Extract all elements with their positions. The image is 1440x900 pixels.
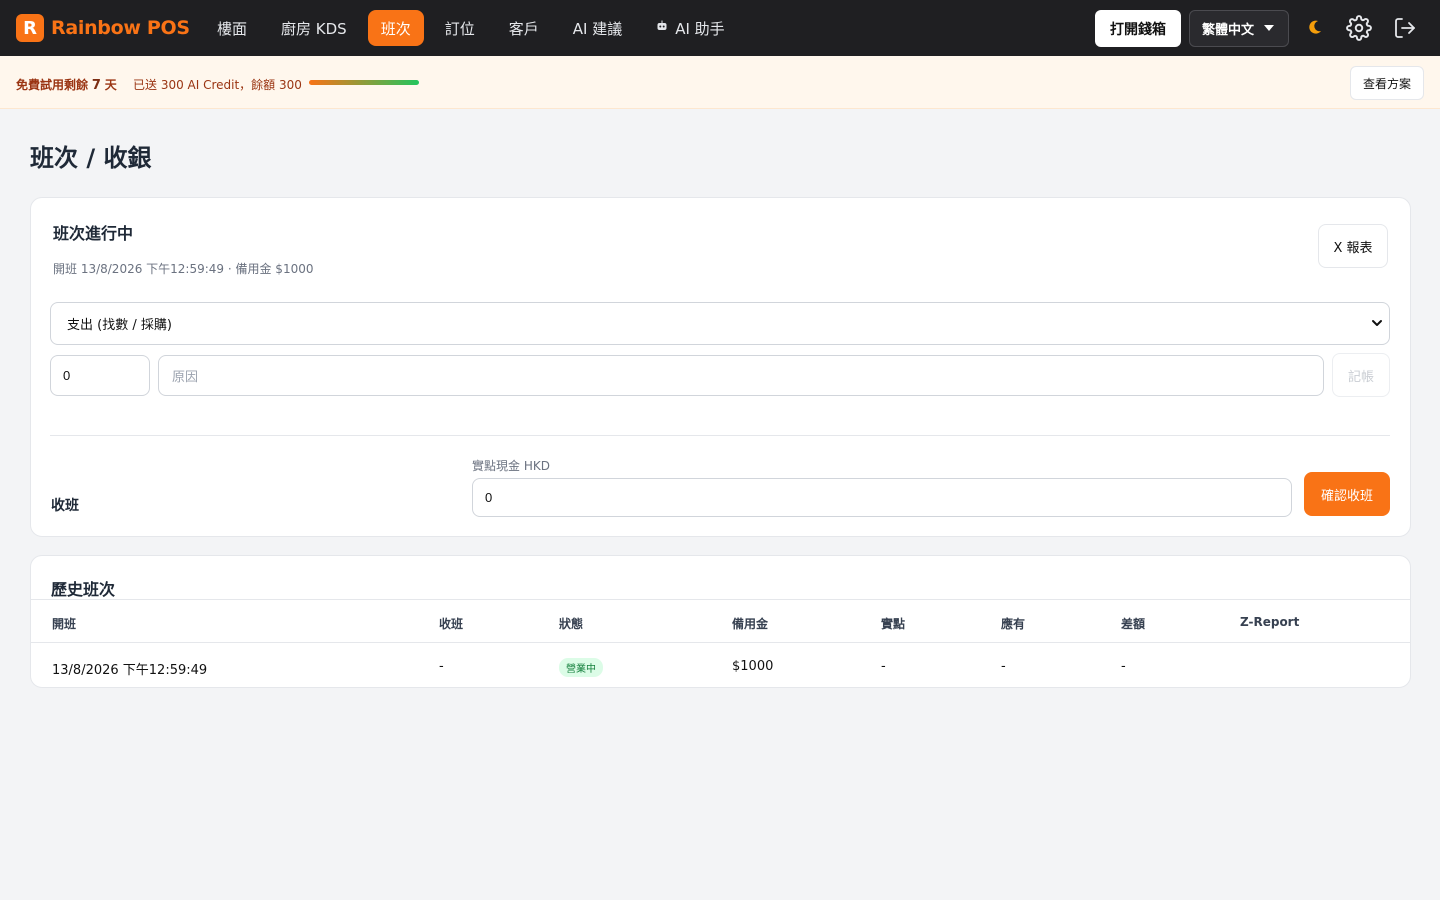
cash-movement-type-select[interactable]: 支出 (找數 / 採購)	[50, 302, 1390, 345]
current-shift-title: 班次進行中	[53, 224, 134, 243]
cell-closed: -	[439, 659, 444, 674]
chevron-down-icon	[1371, 317, 1383, 329]
cell-expected: -	[1001, 659, 1006, 674]
language-select-value: 繁體中文	[1202, 23, 1255, 38]
page-title: 班次 / 收銀	[30, 144, 152, 172]
top-navigation-bar: R Rainbow POS 樓面 廚房 KDS 班次 訂位 客戶 AI 建議 A…	[0, 0, 1440, 56]
cell-float: $1000	[732, 659, 774, 674]
record-entry-button[interactable]: 記帳	[1332, 353, 1390, 397]
status-badge: 營業中	[559, 658, 603, 677]
nav-item-customers[interactable]: 客戶	[496, 10, 552, 46]
brand-name: Rainbow POS	[51, 17, 190, 39]
trial-days-count: 7	[91, 78, 101, 93]
column-header-status: 狀態	[559, 617, 584, 631]
nav-item-ai-assistant-label: AI 助手	[675, 19, 725, 38]
column-header-z-report: Z-Report	[1240, 615, 1300, 629]
trial-banner: 免費試用剩餘 7 天 已送 300 AI Credit，餘額 300	[0, 56, 1440, 109]
column-header-opened: 開班	[52, 617, 77, 631]
column-header-expected: 應有	[1001, 617, 1026, 631]
language-select[interactable]: 繁體中文	[1189, 10, 1289, 47]
section-divider	[50, 435, 1390, 436]
nav-item-reservations[interactable]: 訂位	[432, 10, 488, 46]
moon-icon[interactable]	[1306, 18, 1324, 36]
logout-icon[interactable]	[1393, 16, 1417, 40]
amount-input[interactable]: 0	[50, 355, 150, 396]
trial-days-text: 免費試用剩餘 7 天	[16, 78, 117, 93]
counted-cash-label: 實點現金 HKD	[472, 459, 550, 473]
ai-credit-text: 已送 300 AI Credit，餘額 300	[133, 78, 302, 92]
view-plans-button[interactable]: 查看方案	[1350, 66, 1424, 100]
main-nav: 樓面 廚房 KDS 班次 訂位 客戶 AI 建議 AI 助手	[204, 10, 746, 46]
shift-history-title: 歷史班次	[51, 580, 116, 599]
logo-mark-icon: R	[16, 14, 44, 42]
nav-item-ai-suggestions[interactable]: AI 建議	[560, 10, 635, 46]
gear-icon[interactable]	[1346, 15, 1372, 41]
chevron-down-icon	[1264, 25, 1274, 31]
current-shift-meta: 開班 13/8/2026 下午12:59:49 · 備用金 $1000	[53, 262, 314, 276]
shift-history-card: 歷史班次 開班 收班 狀態 備用金 實點 應有 差額 Z-Report 13/8…	[30, 555, 1411, 688]
nav-item-kitchen-kds[interactable]: 廚房 KDS	[268, 10, 360, 46]
brand-logo[interactable]: R Rainbow POS	[16, 14, 190, 42]
nav-item-shifts[interactable]: 班次	[367, 10, 424, 46]
open-cashbox-button[interactable]: 打開錢箱	[1095, 10, 1181, 47]
x-report-button[interactable]: X 報表	[1318, 224, 1388, 268]
counted-cash-input[interactable]: 0	[472, 478, 1292, 517]
confirm-close-shift-button[interactable]: 確認收班	[1304, 472, 1390, 516]
cash-movement-type-value: 支出 (找數 / 採購)	[67, 318, 172, 333]
table-header: 開班 收班 狀態 備用金 實點 應有 差額 Z-Report	[31, 600, 1410, 643]
shift-history-table: 開班 收班 狀態 備用金 實點 應有 差額 Z-Report 13/8/2026…	[31, 599, 1410, 689]
column-header-float: 備用金	[732, 617, 769, 631]
cell-counted: -	[881, 659, 886, 674]
robot-icon	[656, 20, 668, 36]
column-header-counted: 實點	[881, 617, 906, 631]
ai-credit-progress-bar	[309, 80, 419, 85]
reason-input[interactable]: 原因	[158, 355, 1324, 396]
ai-credit-progress-fill	[309, 80, 419, 85]
column-header-difference: 差額	[1121, 617, 1146, 631]
nav-item-ai-assistant[interactable]: AI 助手	[643, 10, 737, 46]
close-shift-label: 收班	[51, 498, 79, 514]
cell-difference: -	[1121, 659, 1126, 674]
cell-opened: 13/8/2026 下午12:59:49	[52, 663, 208, 678]
nav-item-floor[interactable]: 樓面	[204, 10, 260, 46]
current-shift-card: 班次進行中 開班 13/8/2026 下午12:59:49 · 備用金 $100…	[30, 197, 1411, 537]
table-row[interactable]: 13/8/2026 下午12:59:49 - 營業中 $1000 - - -	[31, 643, 1410, 689]
column-header-closed: 收班	[439, 617, 464, 631]
